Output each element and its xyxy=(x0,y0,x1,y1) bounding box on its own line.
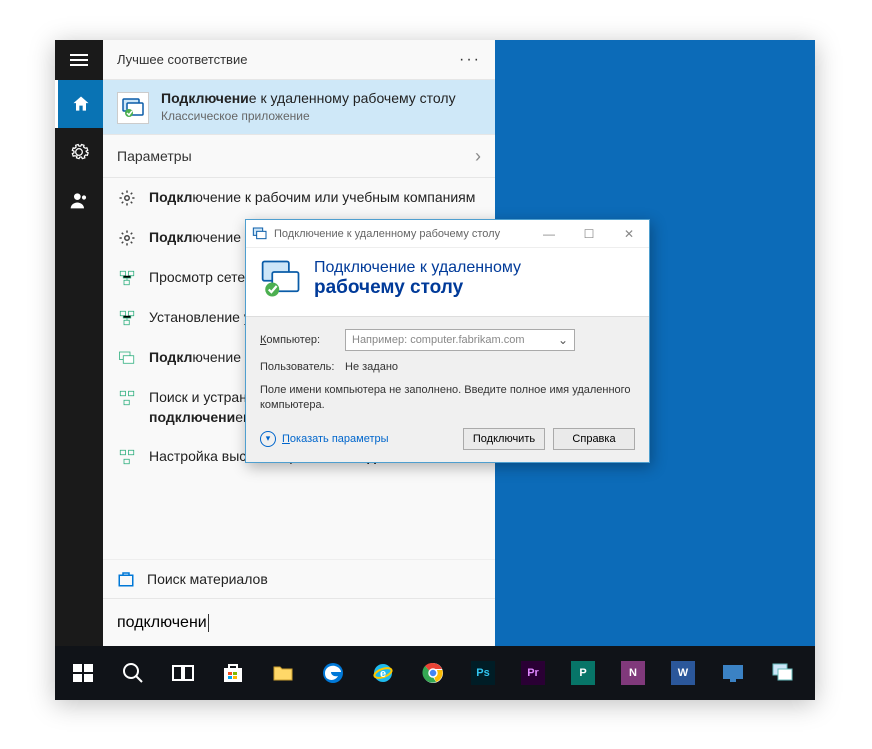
dialog-message: Поле имени компьютера не заполнено. Введ… xyxy=(260,383,635,414)
search-box[interactable]: подключени xyxy=(103,598,495,646)
dialog-titlebar[interactable]: Подключение к удаленному рабочему столу … xyxy=(246,220,649,248)
search-button[interactable] xyxy=(109,646,157,700)
dialog-title: Подключение к удаленному рабочему столу xyxy=(274,228,529,240)
network-icon xyxy=(117,308,137,328)
show-options-link[interactable]: ▾ Показать параметры xyxy=(260,431,389,447)
user-value: Не задано xyxy=(345,361,398,373)
gear-icon xyxy=(117,228,137,248)
screen-frame: Лучшее соответствие ··· Подключение к уд… xyxy=(55,40,815,700)
svg-text:e: e xyxy=(380,668,386,680)
store-label: Поиск материалов xyxy=(147,571,268,587)
ie-icon: e xyxy=(371,661,395,685)
tb-app1[interactable] xyxy=(709,646,757,700)
tb-store[interactable] xyxy=(209,646,257,700)
dialog-body: Компьютер: Например: computer.fabrikam.c… xyxy=(246,316,649,462)
best-match-bold: Подключени xyxy=(161,90,249,106)
home-icon xyxy=(71,94,91,114)
search-icon xyxy=(121,661,145,685)
windows-icon xyxy=(71,661,95,685)
close-button[interactable]: ✕ xyxy=(609,220,649,248)
start-rail xyxy=(55,40,103,646)
settings-section-label: Параметры xyxy=(117,148,192,164)
best-match-rest: е к удаленному рабочему столу xyxy=(249,90,456,106)
search-input-text: подключени xyxy=(117,614,209,632)
rdp-title-icon xyxy=(252,226,268,242)
hamburger-icon xyxy=(70,51,88,69)
tb-premiere[interactable]: Pr xyxy=(509,646,557,700)
best-match-result[interactable]: Подключение к удаленному рабочему столу … xyxy=(103,80,495,134)
ps-icon: Ps xyxy=(471,661,495,685)
network-icon xyxy=(117,268,137,288)
generic-app-icon xyxy=(721,661,745,685)
dialog-banner: Подключение к удаленному рабочему столу xyxy=(246,248,649,316)
network-icon xyxy=(117,447,137,467)
rdp-icon xyxy=(117,348,137,368)
gear-icon xyxy=(117,188,137,208)
computer-label: Компьютер: xyxy=(260,334,335,346)
rdp-app-icon xyxy=(117,92,149,124)
help-button[interactable]: Справка xyxy=(553,428,635,450)
menu-toggle[interactable] xyxy=(55,40,103,80)
result-item[interactable]: Подключение к рабочим или учебным компан… xyxy=(103,178,495,218)
best-match-label: Лучшее соответствие xyxy=(117,52,247,67)
banner-line2: рабочему столу xyxy=(314,277,521,299)
rail-people[interactable] xyxy=(55,176,103,224)
computer-combobox[interactable]: Например: computer.fabrikam.com xyxy=(345,329,575,351)
show-options-label: Показать параметры xyxy=(282,433,389,445)
folder-icon xyxy=(271,661,295,685)
rail-home[interactable] xyxy=(55,80,103,128)
taskview-button[interactable] xyxy=(159,646,207,700)
rdp-banner-icon xyxy=(260,258,302,300)
user-label: Пользователь: xyxy=(260,361,335,373)
chrome-icon xyxy=(421,661,445,685)
banner-line1: Подключение к удаленному xyxy=(314,259,521,277)
tb-edge[interactable] xyxy=(309,646,357,700)
best-match-text: Подключение к удаленному рабочему столу … xyxy=(161,90,456,123)
tb-ie[interactable]: e xyxy=(359,646,407,700)
store-icon xyxy=(117,570,135,588)
rail-settings[interactable] xyxy=(55,128,103,176)
maximize-button[interactable]: ☐ xyxy=(569,220,609,248)
best-match-subtitle: Классическое приложение xyxy=(161,109,456,123)
connect-button[interactable]: Подключить xyxy=(463,428,545,450)
store-icon xyxy=(221,661,245,685)
rdp-taskbar-icon xyxy=(771,661,795,685)
best-match-header: Лучшее соответствие ··· xyxy=(103,40,495,80)
taskbar: e Ps Pr P N W xyxy=(55,646,815,700)
minimize-button[interactable]: — xyxy=(529,220,569,248)
chevron-right-icon: › xyxy=(475,146,481,167)
more-options-icon[interactable]: ··· xyxy=(459,51,481,69)
expand-down-icon: ▾ xyxy=(260,431,276,447)
word-icon: W xyxy=(671,661,695,685)
onenote-icon: N xyxy=(621,661,645,685)
tb-publisher[interactable]: P xyxy=(559,646,607,700)
tb-chrome[interactable] xyxy=(409,646,457,700)
pub-icon: P xyxy=(571,661,595,685)
pr-icon: Pr xyxy=(521,661,545,685)
store-section[interactable]: Поиск материалов xyxy=(103,559,495,598)
gear-icon xyxy=(69,142,89,162)
computer-placeholder: Например: computer.fabrikam.com xyxy=(352,334,525,346)
taskview-icon xyxy=(171,661,195,685)
tb-word[interactable]: W xyxy=(659,646,707,700)
person-icon xyxy=(69,190,89,210)
tb-onenote[interactable]: N xyxy=(609,646,657,700)
network-icon xyxy=(117,388,137,408)
rdp-dialog: Подключение к удаленному рабочему столу … xyxy=(245,219,650,463)
edge-icon xyxy=(321,661,345,685)
tb-photoshop[interactable]: Ps xyxy=(459,646,507,700)
tb-rdp-running[interactable] xyxy=(759,646,807,700)
start-button[interactable] xyxy=(59,646,107,700)
tb-explorer[interactable] xyxy=(259,646,307,700)
settings-section-header[interactable]: Параметры › xyxy=(103,134,495,178)
